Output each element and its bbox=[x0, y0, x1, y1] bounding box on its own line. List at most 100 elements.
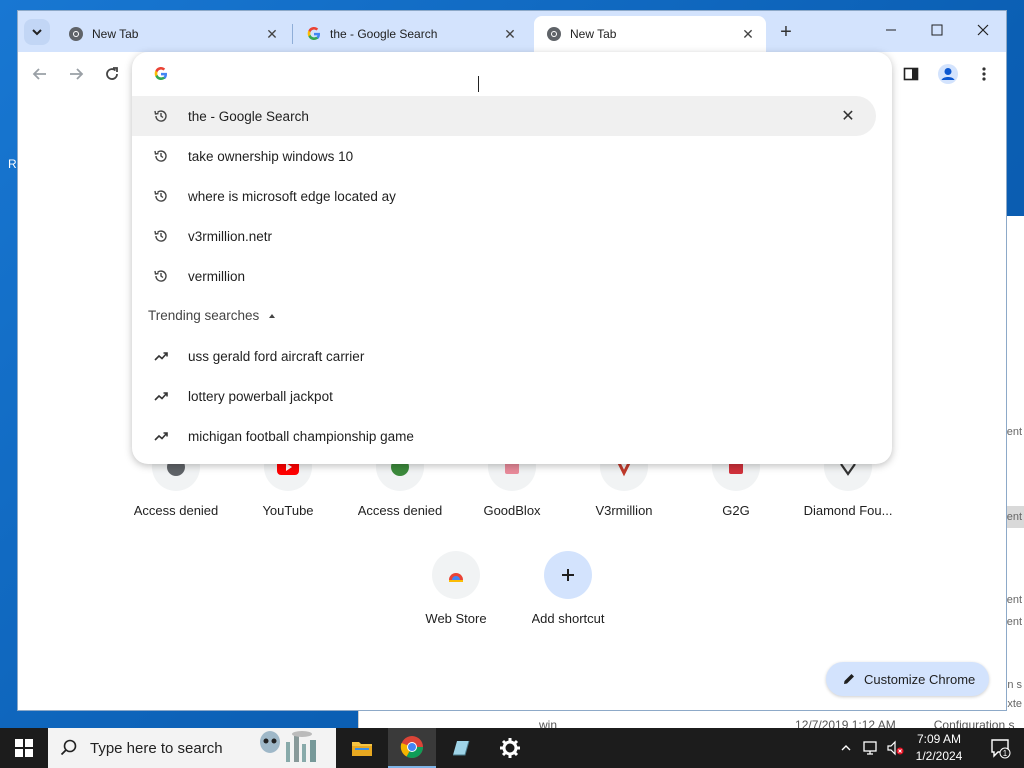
shortcut-label: Web Store bbox=[425, 611, 487, 626]
suggestion-item[interactable]: vermillion bbox=[132, 256, 892, 296]
history-icon bbox=[153, 108, 169, 124]
tab-google-search[interactable]: the - Google Search ✕ bbox=[294, 16, 528, 52]
taskbar-app-notepad[interactable] bbox=[436, 728, 484, 768]
taskbar-clock[interactable]: 7:09 AM 1/2/2024 bbox=[905, 731, 973, 765]
network-button[interactable] bbox=[860, 728, 882, 768]
add-shortcut-button[interactable]: Add shortcut bbox=[512, 547, 624, 647]
side-panel-button[interactable] bbox=[899, 62, 923, 86]
suggestion-text: lottery powerball jackpot bbox=[188, 388, 333, 404]
taskbar-search-box[interactable]: Type here to search bbox=[48, 728, 336, 768]
history-icon bbox=[153, 188, 169, 204]
gear-icon bbox=[500, 738, 520, 758]
trending-item[interactable]: uss gerald ford aircraft carrier bbox=[132, 336, 892, 376]
tab-strip: New Tab ✕ the - Google Search ✕ New Tab … bbox=[18, 11, 1006, 52]
google-g-icon bbox=[153, 66, 169, 82]
trending-icon bbox=[153, 348, 169, 364]
search-icon bbox=[60, 739, 77, 756]
trending-item[interactable]: michigan football championship game bbox=[132, 416, 892, 456]
maximize-button[interactable] bbox=[914, 11, 960, 49]
close-icon[interactable]: ✕ bbox=[500, 24, 520, 44]
shortcut-label: Access denied bbox=[133, 503, 219, 518]
chrome-icon bbox=[400, 736, 423, 758]
google-g-icon bbox=[306, 26, 322, 42]
avatar-icon bbox=[938, 64, 958, 84]
chevron-down-icon bbox=[32, 29, 42, 36]
tab-new-tab-1[interactable]: New Tab ✕ bbox=[56, 16, 290, 52]
remove-suggestion-button[interactable]: ✕ bbox=[838, 106, 858, 126]
suggestion-text: michigan football championship game bbox=[188, 428, 414, 444]
trending-item[interactable]: lottery powerball jackpot bbox=[132, 376, 892, 416]
web-store-icon bbox=[432, 551, 480, 599]
notepad-icon bbox=[453, 740, 470, 756]
suggestion-text: vermillion bbox=[188, 268, 246, 284]
trending-icon bbox=[153, 428, 169, 444]
close-icon[interactable]: ✕ bbox=[738, 24, 758, 44]
network-icon bbox=[863, 741, 877, 755]
start-button[interactable] bbox=[0, 728, 48, 768]
history-icon bbox=[153, 228, 169, 244]
notification-count: 1 bbox=[1003, 749, 1008, 758]
new-tab-button[interactable]: + bbox=[774, 20, 798, 44]
tab-title: New Tab bbox=[570, 27, 617, 41]
search-highlight-icon bbox=[256, 728, 328, 768]
arrow-left-icon bbox=[32, 68, 46, 80]
maximize-icon bbox=[931, 24, 943, 36]
close-window-button[interactable] bbox=[960, 11, 1006, 49]
profile-button[interactable] bbox=[936, 62, 960, 86]
folder-icon bbox=[352, 742, 372, 756]
close-icon bbox=[977, 24, 989, 36]
action-center-button[interactable]: 1 bbox=[980, 728, 1020, 768]
minimize-button[interactable] bbox=[868, 11, 914, 49]
tab-title: the - Google Search bbox=[330, 27, 438, 41]
detail-text: ent bbox=[1006, 594, 1022, 606]
omnibox-dropdown: the - Google Search ✕ take ownership win… bbox=[132, 52, 892, 464]
omnibox-input[interactable] bbox=[132, 52, 892, 96]
shortcut-label: Add shortcut bbox=[531, 611, 605, 626]
detail-text: ent bbox=[1006, 616, 1022, 628]
reload-icon bbox=[106, 67, 118, 80]
search-placeholder: Type here to search bbox=[90, 739, 223, 757]
chrome-icon bbox=[546, 26, 562, 42]
volume-muted-icon bbox=[887, 740, 904, 756]
history-icon bbox=[153, 268, 169, 284]
shortcut-label: GoodBlox bbox=[483, 503, 541, 518]
notification-icon: 1 bbox=[991, 739, 1011, 759]
history-icon bbox=[153, 148, 169, 164]
detail-text: ent bbox=[1006, 511, 1022, 523]
chrome-icon bbox=[68, 26, 84, 42]
suggestion-item[interactable]: take ownership windows 10 bbox=[132, 136, 892, 176]
customize-chrome-button[interactable]: Customize Chrome bbox=[826, 662, 989, 696]
suggestion-item[interactable]: v3rmillion.netr bbox=[132, 216, 892, 256]
volume-button[interactable] bbox=[884, 728, 906, 768]
clock-time: 7:09 AM bbox=[916, 732, 962, 746]
menu-button[interactable] bbox=[972, 62, 996, 86]
forward-button[interactable] bbox=[64, 62, 88, 86]
side-panel-icon bbox=[903, 67, 919, 81]
chevron-up-icon bbox=[841, 745, 851, 751]
caret-up-icon bbox=[269, 313, 276, 318]
tab-new-tab-active[interactable]: New Tab ✕ bbox=[534, 16, 766, 52]
reload-button[interactable] bbox=[100, 62, 124, 86]
tab-title: New Tab bbox=[92, 27, 139, 41]
trending-searches-toggle[interactable]: Trending searches bbox=[148, 308, 277, 323]
tab-search-button[interactable] bbox=[24, 19, 50, 45]
shortcut-label: Access denied bbox=[357, 503, 443, 518]
suggestion-item[interactable]: the - Google Search ✕ bbox=[132, 96, 876, 136]
pencil-icon bbox=[844, 674, 854, 684]
taskbar-app-settings[interactable] bbox=[486, 728, 534, 768]
more-vert-icon bbox=[982, 67, 986, 81]
close-icon[interactable]: ✕ bbox=[262, 24, 282, 44]
text-cursor-icon bbox=[478, 76, 484, 92]
trending-icon bbox=[153, 388, 169, 404]
taskbar-app-chrome[interactable] bbox=[388, 728, 436, 768]
clock-date: 1/2/2024 bbox=[915, 749, 963, 763]
shortcut-tile-web-store[interactable]: Web Store bbox=[400, 547, 512, 647]
back-button[interactable] bbox=[28, 62, 52, 86]
chrome-window: New Tab ✕ the - Google Search ✕ New Tab … bbox=[18, 11, 1006, 710]
taskbar-app-file-explorer[interactable] bbox=[338, 728, 386, 768]
taskbar: Type here to search 7:09 AM 1/2/2024 1 bbox=[0, 728, 1024, 768]
show-hidden-icons-button[interactable] bbox=[836, 728, 856, 768]
suggestion-text: uss gerald ford aircraft carrier bbox=[188, 348, 365, 364]
windows-icon bbox=[15, 739, 33, 757]
suggestion-item[interactable]: where is microsoft edge located ay bbox=[132, 176, 892, 216]
